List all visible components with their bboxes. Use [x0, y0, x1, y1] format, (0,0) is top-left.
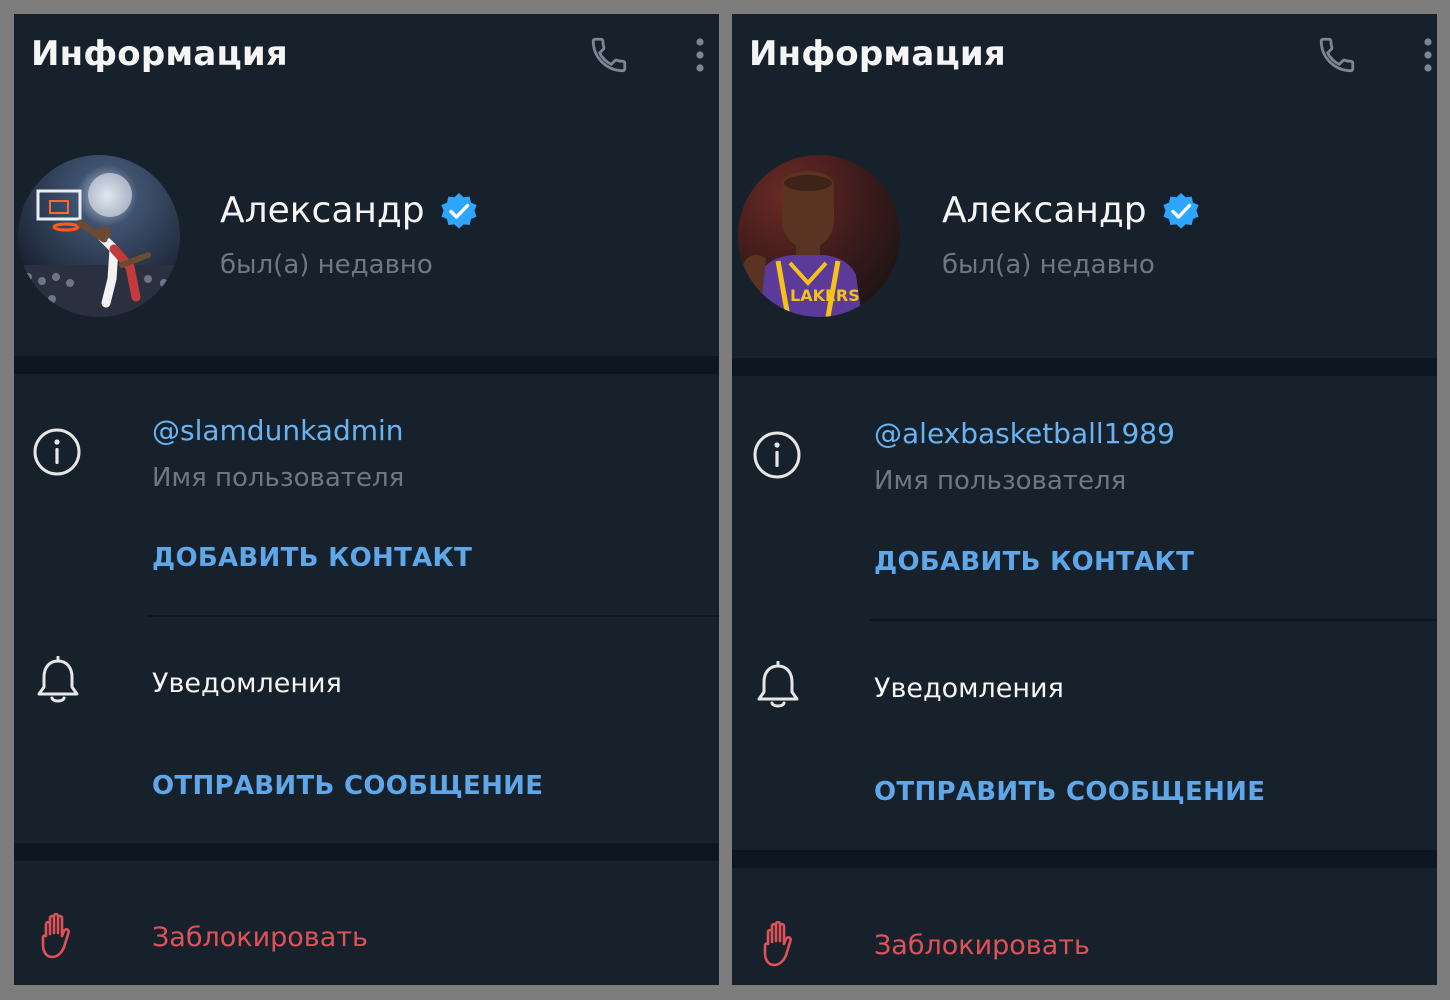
info-icon [32, 427, 82, 481]
block-user-button[interactable]: Заблокировать [874, 930, 1090, 961]
panel-title: Информация [31, 34, 288, 74]
section-divider [732, 358, 1437, 376]
info-icon [752, 430, 802, 484]
bell-icon [756, 660, 800, 715]
avatar[interactable]: LAKERS [738, 155, 900, 317]
more-vertical-icon[interactable] [1420, 34, 1436, 76]
more-vertical-icon[interactable] [692, 34, 708, 76]
bell-icon [36, 655, 80, 710]
last-seen-status: был(а) недавно [220, 250, 433, 280]
section-divider [732, 850, 1437, 868]
last-seen-status: был(а) недавно [942, 250, 1155, 280]
username-label: Имя пользователя [874, 466, 1127, 496]
svg-text:LAKERS: LAKERS [790, 286, 860, 305]
row-separator [870, 619, 1437, 621]
panel-header: Информация [732, 14, 1437, 96]
panel-header: Информация [14, 14, 719, 96]
send-message-button[interactable]: ОТПРАВИТЬ СООБЩЕНИЕ [152, 771, 543, 801]
verified-badge-icon [1161, 191, 1201, 231]
row-separator [148, 615, 719, 617]
hand-stop-icon [760, 920, 800, 972]
username-link[interactable]: @slamdunkadmin [152, 414, 404, 447]
profile-name: Александр [942, 190, 1147, 231]
add-contact-button[interactable]: ДОБАВИТЬ КОНТАКТ [152, 543, 472, 573]
block-user-button[interactable]: Заблокировать [152, 922, 368, 953]
profile-name: Александр [220, 190, 425, 231]
notifications-label[interactable]: Уведомления [874, 673, 1064, 704]
section-divider [14, 356, 719, 374]
profile-name-row: Александр [942, 190, 1201, 234]
profile-name-row: Александр [220, 190, 479, 234]
profile-info-panel-left: Информация Александр был(а) недавно @sla… [14, 14, 719, 985]
phone-icon[interactable] [1316, 34, 1358, 76]
avatar[interactable] [18, 155, 180, 317]
notifications-label[interactable]: Уведомления [152, 668, 342, 699]
username-label: Имя пользователя [152, 463, 405, 493]
send-message-button[interactable]: ОТПРАВИТЬ СООБЩЕНИЕ [874, 777, 1265, 807]
verified-badge-icon [439, 191, 479, 231]
panel-title: Информация [749, 34, 1006, 74]
hand-stop-icon [38, 912, 78, 964]
phone-icon[interactable] [588, 34, 630, 76]
section-divider [14, 843, 719, 861]
profile-info-panel-right: Информация LAKERS Александр был(а) недав… [732, 14, 1437, 985]
add-contact-button[interactable]: ДОБАВИТЬ КОНТАКТ [874, 547, 1194, 577]
username-link[interactable]: @alexbasketball1989 [874, 417, 1175, 450]
